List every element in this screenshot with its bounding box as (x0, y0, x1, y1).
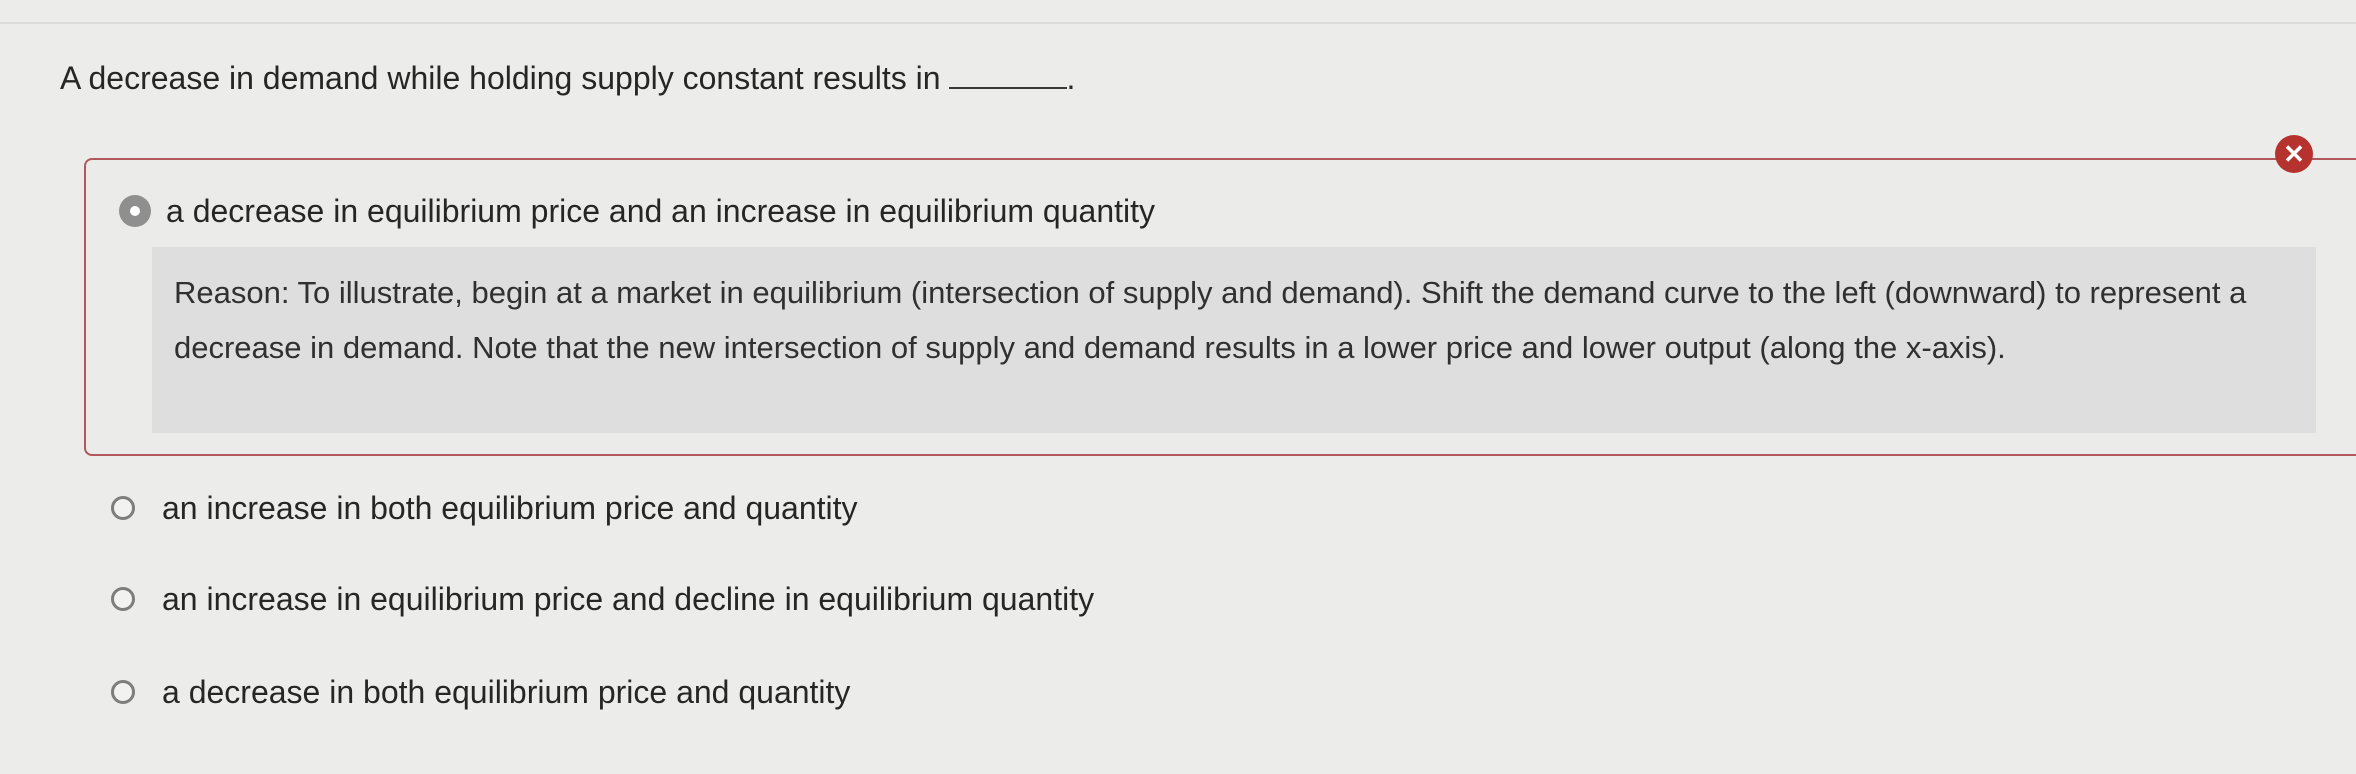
choice-2-radio[interactable] (111, 496, 135, 520)
question-punctuation: . (1066, 60, 1076, 96)
choice-4-label[interactable]: a decrease in both equilibrium price and… (162, 672, 850, 712)
answer-blank (948, 61, 1067, 89)
choice-3-radio[interactable] (111, 587, 135, 611)
question-prompt: A decrease in demand while holding suppl… (60, 58, 1075, 98)
question-text: A decrease in demand while holding suppl… (60, 60, 941, 96)
choice-2-label[interactable]: an increase in both equilibrium price an… (162, 488, 858, 528)
choice-1-radio-selected[interactable] (119, 195, 151, 227)
top-divider (0, 22, 2356, 24)
choice-3-label[interactable]: an increase in equilibrium price and dec… (162, 579, 1094, 619)
choice-4-radio[interactable] (111, 680, 135, 704)
choice-1-label[interactable]: a decrease in equilibrium price and an i… (166, 191, 1155, 231)
reason-feedback-box: Reason: To illustrate, begin at a market… (152, 247, 2316, 433)
reason-text: Reason: To illustrate, begin at a market… (174, 275, 2247, 365)
incorrect-x-icon: ✕ (2275, 135, 2313, 173)
